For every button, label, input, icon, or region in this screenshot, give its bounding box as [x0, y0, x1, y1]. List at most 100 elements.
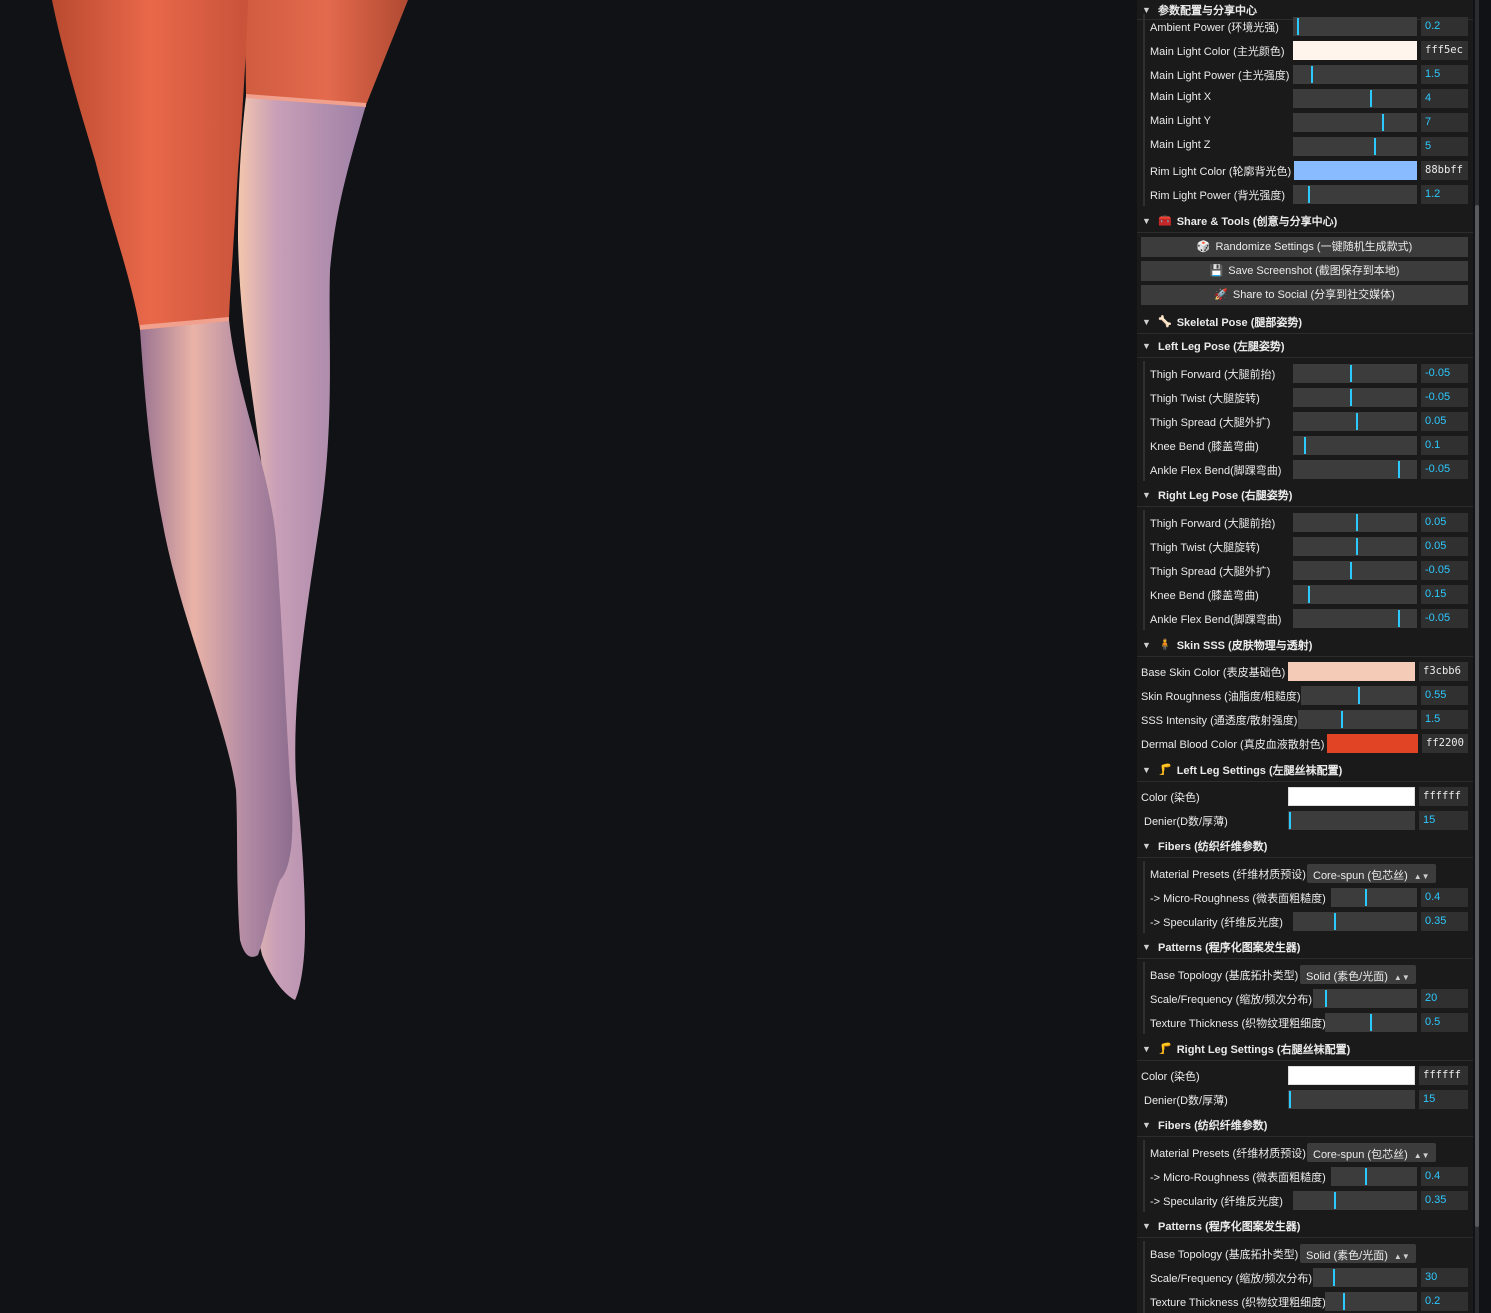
right-thigh-spread-slider[interactable]: [1293, 561, 1417, 580]
left-thickness-input[interactable]: 0.5: [1421, 1013, 1468, 1032]
left-thigh-forward-slider[interactable]: [1293, 364, 1417, 383]
slider-knob[interactable]: [1341, 711, 1343, 728]
slider-knob[interactable]: [1308, 586, 1310, 603]
left-knee-bend-slider[interactable]: [1293, 436, 1417, 455]
right-scale-slider[interactable]: [1313, 1268, 1417, 1287]
share-tools-folder-title[interactable]: ▼ 🧰 Share & Tools (创意与分享中心): [1137, 209, 1473, 233]
slider-knob[interactable]: [1350, 389, 1352, 406]
right-leg-settings-folder-title[interactable]: ▼ 🦵 Right Leg Settings (右腿丝袜配置): [1137, 1037, 1473, 1061]
skin-roughness-input[interactable]: 0.55: [1421, 686, 1468, 705]
left-specularity-input[interactable]: 0.35: [1421, 912, 1468, 931]
slider-knob[interactable]: [1325, 990, 1327, 1007]
main-light-x-input[interactable]: 4: [1421, 89, 1468, 108]
right-thigh-forward-input[interactable]: 0.05: [1421, 513, 1468, 532]
slider-knob[interactable]: [1334, 1192, 1336, 1209]
left-color-swatch[interactable]: [1288, 787, 1415, 806]
left-leg-pose-folder-title[interactable]: ▼ Left Leg Pose (左腿姿势): [1137, 334, 1473, 358]
left-fibers-folder-title[interactable]: ▼ Fibers (纺织纤维参数): [1137, 834, 1473, 858]
left-knee-bend-input[interactable]: 0.1: [1421, 436, 1468, 455]
main-light-z-input[interactable]: 5: [1421, 137, 1468, 156]
sss-intensity-input[interactable]: 1.5: [1421, 710, 1468, 729]
right-thigh-forward-slider[interactable]: [1293, 513, 1417, 532]
main-light-color-hex[interactable]: fff5ec: [1421, 41, 1468, 60]
main-light-x-slider[interactable]: [1293, 89, 1417, 108]
main-light-y-slider[interactable]: [1293, 113, 1417, 132]
slider-knob[interactable]: [1304, 437, 1306, 454]
right-micro-roughness-slider[interactable]: [1331, 1167, 1417, 1186]
right-leg-pose-folder-title[interactable]: ▼ Right Leg Pose (右腿姿势): [1137, 483, 1473, 507]
rim-light-power-slider[interactable]: [1293, 185, 1417, 204]
skeletal-pose-folder-title[interactable]: ▼ 🦴 Skeletal Pose (腿部姿势): [1137, 310, 1473, 334]
left-micro-roughness-input[interactable]: 0.4: [1421, 888, 1468, 907]
right-thigh-spread-input[interactable]: -0.05: [1421, 561, 1468, 580]
ambient-power-input[interactable]: 0.2: [1421, 17, 1468, 36]
main-light-y-input[interactable]: 7: [1421, 113, 1468, 132]
right-denier-input[interactable]: 15: [1419, 1090, 1468, 1109]
slider-knob[interactable]: [1358, 687, 1360, 704]
right-knee-bend-slider[interactable]: [1293, 585, 1417, 604]
dermal-blood-color-swatch[interactable]: [1327, 734, 1418, 753]
right-denier-slider[interactable]: [1288, 1090, 1415, 1109]
slider-knob[interactable]: [1334, 913, 1336, 930]
right-thigh-twist-slider[interactable]: [1293, 537, 1417, 556]
slider-knob[interactable]: [1311, 66, 1313, 83]
right-patterns-folder-title[interactable]: ▼ Patterns (程序化图案发生器): [1137, 1214, 1473, 1238]
left-scale-input[interactable]: 20: [1421, 989, 1468, 1008]
left-thickness-slider[interactable]: [1325, 1013, 1417, 1032]
left-ankle-flex-slider[interactable]: [1293, 460, 1417, 479]
base-skin-color-swatch[interactable]: [1288, 662, 1415, 681]
slider-knob[interactable]: [1289, 1091, 1291, 1108]
left-thigh-spread-slider[interactable]: [1293, 412, 1417, 431]
slider-knob[interactable]: [1333, 1269, 1335, 1286]
panel-scrollbar[interactable]: [1473, 0, 1491, 1313]
share-social-button[interactable]: 🚀 Share to Social (分享到社交媒体): [1141, 285, 1468, 305]
right-ankle-flex-input[interactable]: -0.05: [1421, 609, 1468, 628]
right-specularity-input[interactable]: 0.35: [1421, 1191, 1468, 1210]
base-skin-color-hex[interactable]: f3cbb6: [1419, 662, 1468, 681]
right-color-hex[interactable]: ffffff: [1419, 1066, 1468, 1085]
left-denier-input[interactable]: 15: [1419, 811, 1468, 830]
rim-light-color-hex[interactable]: 88bbff: [1421, 161, 1468, 180]
scrollbar-thumb[interactable]: [1475, 205, 1479, 1227]
left-leg-settings-folder-title[interactable]: ▼ 🦵 Left Leg Settings (左腿丝袜配置): [1137, 758, 1473, 782]
3d-viewport[interactable]: [0, 0, 1137, 1313]
left-color-hex[interactable]: ffffff: [1419, 787, 1468, 806]
slider-knob[interactable]: [1356, 538, 1358, 555]
main-light-power-slider[interactable]: [1293, 65, 1417, 84]
main-light-z-slider[interactable]: [1293, 137, 1417, 156]
left-topology-select[interactable]: Solid (素色/光面) ▲▼: [1300, 965, 1416, 984]
save-screenshot-button[interactable]: 💾 Save Screenshot (截图保存到本地): [1141, 261, 1468, 281]
left-scale-slider[interactable]: [1313, 989, 1417, 1008]
main-light-power-input[interactable]: 1.5: [1421, 65, 1468, 84]
slider-knob[interactable]: [1297, 18, 1299, 35]
slider-knob[interactable]: [1382, 114, 1384, 131]
ambient-power-slider[interactable]: [1293, 17, 1417, 36]
left-thigh-twist-slider[interactable]: [1293, 388, 1417, 407]
randomize-button[interactable]: 🎲 Randomize Settings (一键随机生成款式): [1141, 237, 1468, 257]
right-knee-bend-input[interactable]: 0.15: [1421, 585, 1468, 604]
slider-knob[interactable]: [1374, 138, 1376, 155]
slider-knob[interactable]: [1365, 1168, 1367, 1185]
left-micro-roughness-slider[interactable]: [1331, 888, 1417, 907]
left-patterns-folder-title[interactable]: ▼ Patterns (程序化图案发生器): [1137, 935, 1473, 959]
left-thigh-forward-input[interactable]: -0.05: [1421, 364, 1468, 383]
slider-knob[interactable]: [1370, 1014, 1372, 1031]
rim-light-color-swatch[interactable]: [1294, 161, 1417, 180]
left-ankle-flex-input[interactable]: -0.05: [1421, 460, 1468, 479]
slider-knob[interactable]: [1350, 562, 1352, 579]
left-thigh-twist-input[interactable]: -0.05: [1421, 388, 1468, 407]
sss-intensity-slider[interactable]: [1298, 710, 1417, 729]
right-thickness-slider[interactable]: [1325, 1292, 1417, 1311]
slider-knob[interactable]: [1398, 461, 1400, 478]
slider-knob[interactable]: [1398, 610, 1400, 627]
slider-knob[interactable]: [1356, 514, 1358, 531]
right-material-select[interactable]: Core-spun (包芯丝) ▲▼: [1307, 1143, 1436, 1162]
skin-sss-folder-title[interactable]: ▼ 🧍 Skin SSS (皮肤物理与透射): [1137, 633, 1473, 657]
slider-knob[interactable]: [1308, 186, 1310, 203]
right-micro-roughness-input[interactable]: 0.4: [1421, 1167, 1468, 1186]
right-topology-select[interactable]: Solid (素色/光面) ▲▼: [1300, 1244, 1416, 1263]
slider-knob[interactable]: [1350, 365, 1352, 382]
rim-light-power-input[interactable]: 1.2: [1421, 185, 1468, 204]
right-color-swatch[interactable]: [1288, 1066, 1415, 1085]
main-light-color-swatch[interactable]: [1293, 41, 1417, 60]
